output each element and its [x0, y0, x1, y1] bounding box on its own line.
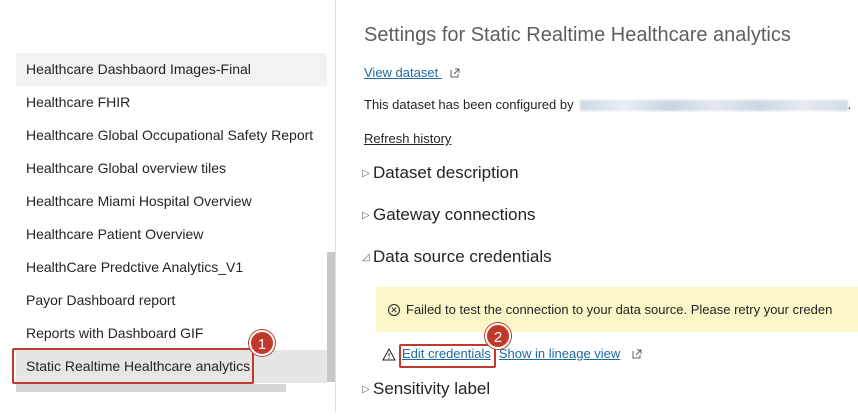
configured-by-label: This dataset has been configured by — [364, 97, 574, 112]
horizontal-scrollbar[interactable] — [16, 384, 286, 392]
dataset-item[interactable]: Payor Dashboard report — [16, 284, 327, 317]
callout-badge-1: 1 — [249, 330, 275, 356]
chevron-right-icon: ▷ — [362, 210, 370, 221]
chevron-right-icon: ▷ — [362, 384, 370, 395]
dataset-item[interactable]: Healthcare Global overview tiles — [16, 152, 327, 185]
chevron-right-icon: ▷ — [362, 168, 370, 179]
show-lineage-link[interactable]: Show in lineage view — [499, 346, 620, 361]
dataset-item[interactable]: Healthcare Patient Overview — [16, 218, 327, 251]
view-dataset-label[interactable]: View dataset — [364, 65, 438, 80]
chevron-down-icon: ◿ — [362, 252, 370, 263]
dataset-item[interactable]: Healthcare Global Occupational Safety Re… — [16, 119, 327, 152]
credentials-actions: Edit credentials Show in lineage view — [382, 346, 642, 366]
section-label: Dataset description — [373, 163, 519, 182]
redacted-owner-email — [579, 100, 848, 112]
refresh-history-link[interactable]: Refresh history — [364, 131, 451, 146]
warning-triangle-icon — [382, 348, 396, 361]
section-label: Data source credentials — [373, 247, 552, 266]
dataset-item[interactable]: HealthCare Predctive Analytics_V1 — [16, 251, 327, 284]
page-title: Settings for Static Realtime Healthcare … — [364, 24, 791, 46]
section-dataset-description[interactable]: ▷ Dataset description — [362, 163, 519, 183]
view-dataset-link[interactable]: View dataset — [364, 65, 460, 80]
dataset-item[interactable]: Healthcare Miami Hospital Overview — [16, 185, 327, 218]
dataset-list-panel: Healthcare Dashbaord Images-Final Health… — [0, 0, 336, 420]
connection-error-banner: ✕ Failed to test the connection to your d… — [376, 287, 858, 332]
section-sensitivity-label[interactable]: ▷ Sensitivity label — [362, 379, 490, 399]
section-label: Sensitivity label — [373, 379, 491, 398]
error-circle-icon: ✕ — [388, 304, 400, 316]
error-message: Failed to test the connection to your da… — [406, 302, 833, 317]
edit-credentials-link[interactable]: Edit credentials — [402, 346, 491, 361]
dataset-item[interactable]: Healthcare Dashbaord Images-Final — [16, 53, 327, 86]
dataset-item-selected[interactable]: Static Realtime Healthcare analytics — [16, 350, 327, 383]
configured-by-suffix: . — [847, 97, 852, 112]
dataset-list: Healthcare Dashbaord Images-Final Health… — [16, 53, 327, 383]
section-gateway-connections[interactable]: ▷ Gateway connections — [362, 205, 536, 225]
configured-by-text: This dataset has been configured by. — [364, 97, 851, 112]
section-data-source-credentials[interactable]: ◿ Data source credentials — [362, 247, 552, 267]
external-link-icon — [632, 349, 642, 359]
settings-panel: Settings for Static Realtime Healthcare … — [336, 0, 858, 420]
callout-badge-2: 2 — [485, 323, 511, 349]
external-link-icon — [450, 68, 460, 78]
dataset-item[interactable]: Reports with Dashboard GIF — [16, 317, 327, 350]
section-label: Gateway connections — [373, 205, 536, 224]
dataset-item[interactable]: Healthcare FHIR — [16, 86, 327, 119]
